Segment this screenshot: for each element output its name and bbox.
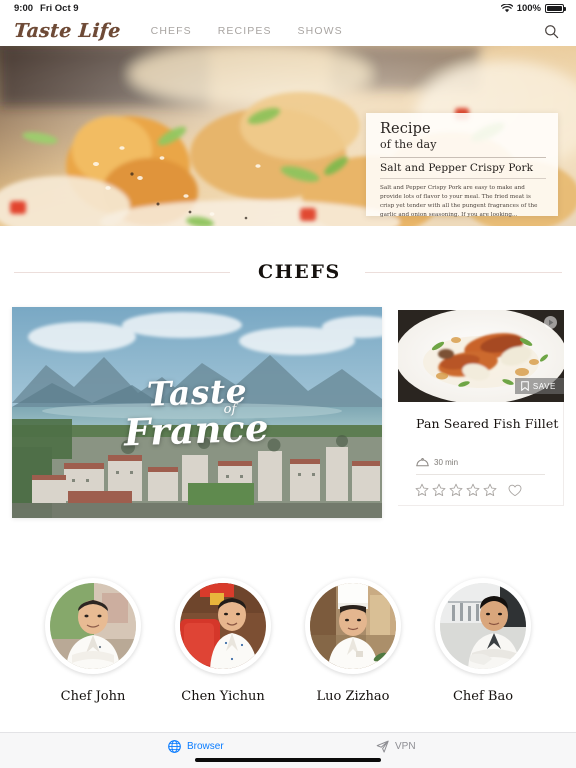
star-icon-5[interactable] (483, 483, 497, 497)
cloche-icon (416, 458, 429, 467)
hero-banner[interactable]: Recipe of the day Salt and Pepper Crispy… (0, 46, 576, 226)
recipe-card-time: 30 min (416, 458, 563, 467)
avatar-ring (435, 578, 531, 674)
rating-stars[interactable] (415, 483, 563, 497)
recipe-card-time-label: 30 min (434, 458, 459, 467)
status-time: 9:00 (14, 2, 34, 14)
app-root: 9:00 Fri Oct 9 100% Taste Life CHEFS REC… (0, 0, 576, 768)
wifi-icon (500, 3, 513, 12)
status-bar: 9:00 Fri Oct 9 100% (0, 0, 576, 16)
chef-name: Chef John (60, 689, 126, 704)
status-bar-right: 100% (500, 2, 566, 14)
bookmark-icon (521, 381, 529, 391)
recipe-of-day-description: Salt and Pepper Crispy Pork are easy to … (380, 185, 538, 219)
recipe-card-image[interactable]: SAVE (398, 310, 564, 402)
chef-item-chen-yichun[interactable]: Chen Yichun (171, 578, 276, 704)
nav-link-shows[interactable]: SHOWS (298, 25, 343, 37)
search-icon[interactable] (540, 20, 562, 42)
status-date: Fri Oct 9 (40, 2, 79, 14)
star-icon-4[interactable] (466, 483, 480, 497)
battery-percent: 100% (516, 2, 541, 14)
chefs-list: Chef John Chen Yichun Luo Zizhao Chef Ba… (0, 578, 576, 704)
avatar-ring (305, 578, 401, 674)
avatar[interactable] (310, 583, 396, 669)
nav-link-recipes[interactable]: RECIPES (218, 25, 272, 37)
chef-name: Luo Zizhao (316, 689, 390, 704)
recipe-of-day-name: Salt and Pepper Crispy Pork (380, 162, 534, 175)
recipe-of-day-subtitle: of the day (380, 138, 437, 152)
app-logo[interactable]: Taste Life (13, 20, 121, 42)
chef-item-chef-bao[interactable]: Chef Bao (431, 578, 536, 704)
globe-icon (168, 740, 181, 753)
recipe-card-title: Pan Seared Fish Fillet (416, 416, 559, 431)
star-icon-2[interactable] (432, 483, 446, 497)
browser-button[interactable]: Browser (168, 740, 224, 753)
vpn-label: VPN (395, 741, 416, 752)
section-rule-right (364, 271, 562, 273)
nav-links: CHEFS RECIPES SHOWS (151, 25, 343, 37)
save-label: SAVE (532, 381, 556, 391)
chef-bao-photo (440, 583, 526, 669)
chef-item-luo-zizhao[interactable]: Luo Zizhao (301, 578, 406, 704)
recipe-of-day-divider-top (380, 157, 546, 159)
luo-zizhao-photo (310, 583, 396, 669)
avatar[interactable] (440, 583, 526, 669)
recipe-of-day-title: Recipe (380, 121, 431, 137)
avatar-ring (45, 578, 141, 674)
play-icon[interactable] (544, 316, 557, 329)
video-title-line3: France (123, 405, 271, 455)
section-rule-left (14, 271, 230, 273)
avatar[interactable] (50, 583, 136, 669)
star-icon-3[interactable] (449, 483, 463, 497)
video-title-overlay: Taste of France (12, 307, 382, 518)
avatar-ring (175, 578, 271, 674)
recipe-of-the-day-card[interactable]: Recipe of the day Salt and Pepper Crispy… (366, 113, 558, 218)
heart-icon[interactable] (508, 484, 522, 497)
home-indicator[interactable] (195, 757, 381, 762)
star-icon-1[interactable] (415, 483, 429, 497)
chef-john-photo (50, 583, 136, 669)
avatar[interactable] (180, 583, 266, 669)
chen-yichun-photo (180, 583, 266, 669)
recipe-card-divider (416, 474, 545, 475)
recipe-of-day-divider-bottom (380, 178, 546, 180)
nav-link-chefs[interactable]: CHEFS (151, 25, 192, 37)
browser-label: Browser (187, 741, 224, 752)
featured-video-card[interactable]: Taste of France (12, 307, 382, 518)
recipe-card[interactable]: SAVE Pan Seared Fish Fillet 30 min (398, 310, 564, 506)
save-button[interactable]: SAVE (514, 378, 564, 394)
bottom-bar: Browser VPN (0, 732, 576, 768)
battery-icon (545, 3, 566, 13)
chef-name: Chef Bao (452, 689, 514, 704)
chef-name: Chen Yichun (181, 689, 265, 704)
video-title-line1: Taste (146, 371, 248, 414)
chefs-section-header: CHEFS (0, 258, 576, 286)
paper-plane-icon (376, 740, 389, 753)
status-bar-left: 9:00 Fri Oct 9 (14, 3, 79, 14)
page-title: CHEFS (258, 261, 341, 283)
vpn-button[interactable]: VPN (376, 740, 416, 753)
top-nav-bar: Taste Life CHEFS RECIPES SHOWS (0, 16, 576, 46)
chef-item-chef-john[interactable]: Chef John (41, 578, 146, 704)
